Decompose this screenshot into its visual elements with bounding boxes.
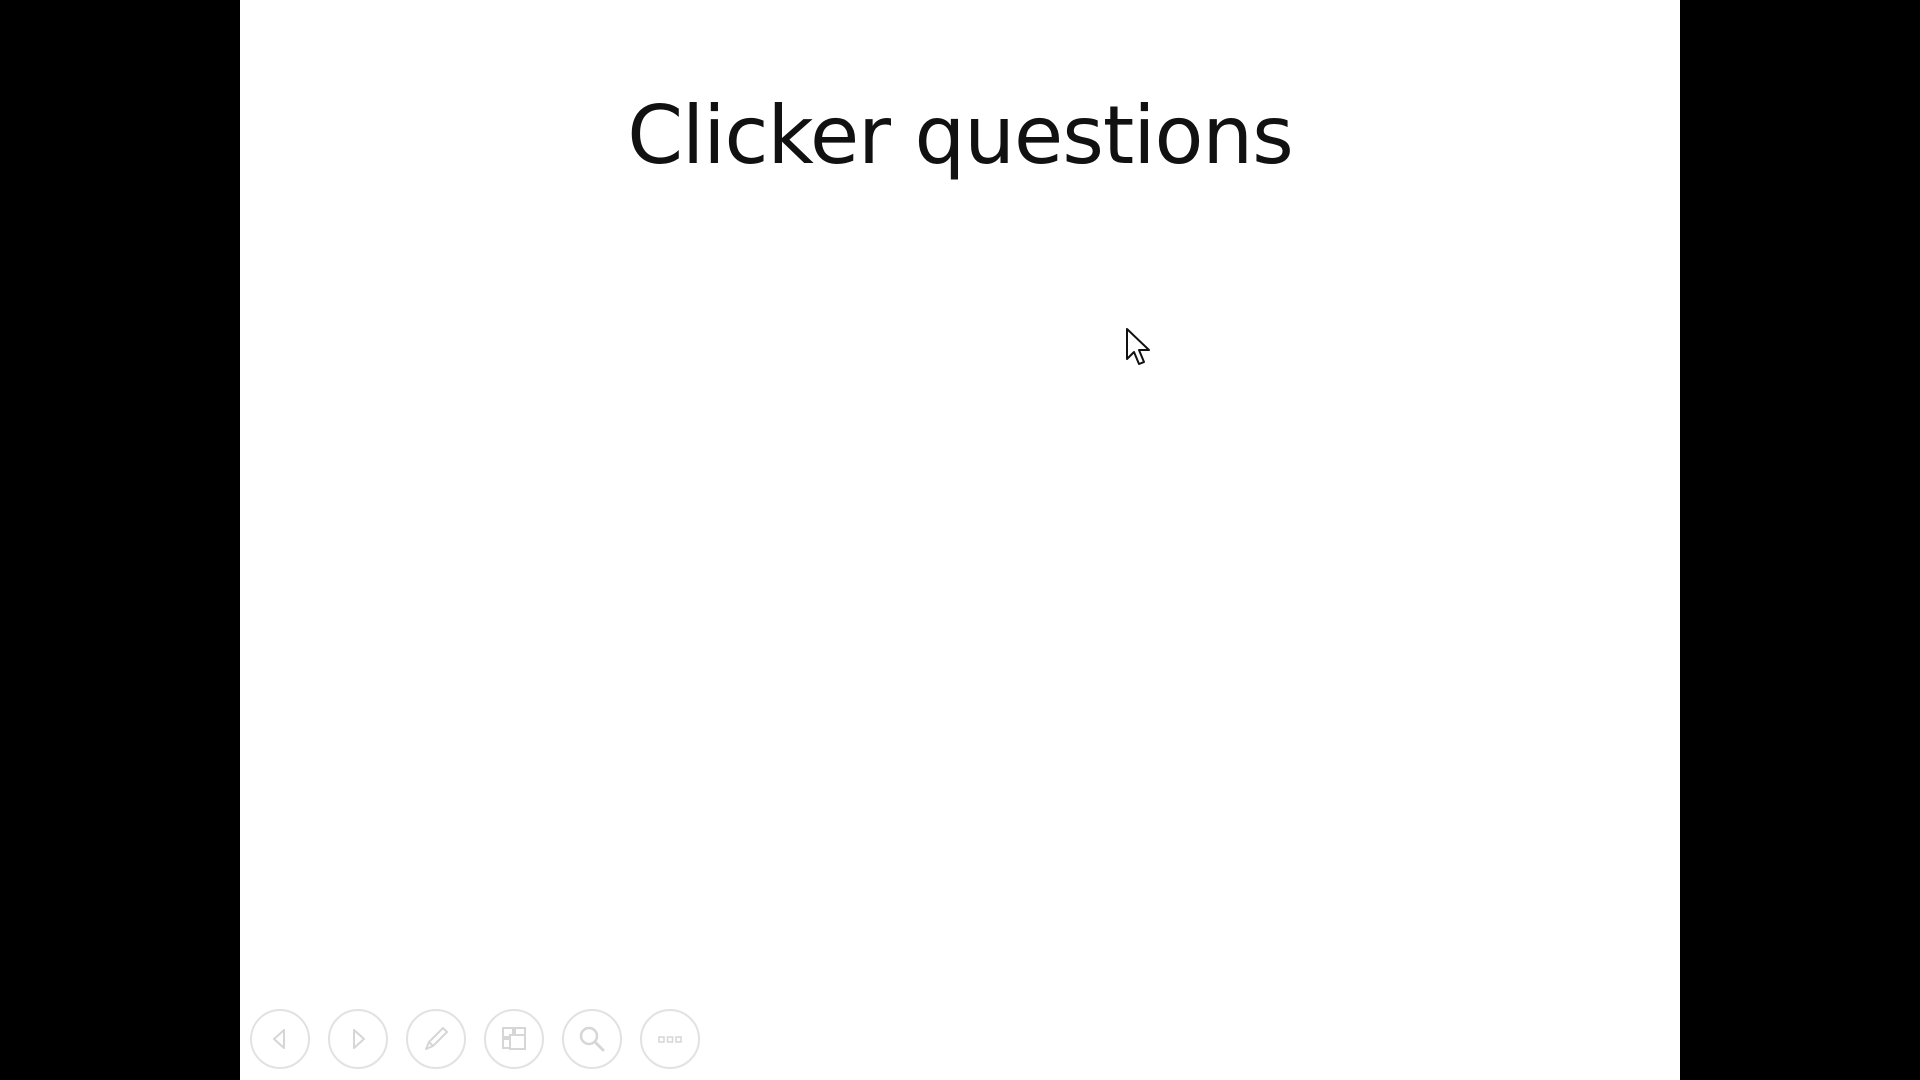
next-slide-button[interactable] [328, 1009, 388, 1069]
chevron-right-icon [353, 1029, 365, 1049]
zoom-button[interactable] [562, 1009, 622, 1069]
presentation-screen: Clicker questions [0, 0, 1920, 1080]
chevron-left-icon [273, 1029, 285, 1049]
slides-grid-icon [502, 1027, 526, 1050]
mouse-pointer-icon [1126, 328, 1150, 365]
previous-slide-button[interactable] [250, 1009, 310, 1069]
more-dots-icon [658, 1036, 682, 1043]
slideshow-control-bar [250, 1008, 700, 1070]
pen-tool-button[interactable] [406, 1009, 466, 1069]
pen-icon [425, 1027, 448, 1050]
see-all-slides-button[interactable] [484, 1009, 544, 1069]
more-options-button[interactable] [640, 1009, 700, 1069]
slide-title: Clicker questions [627, 89, 1294, 182]
slide-canvas[interactable]: Clicker questions [240, 0, 1680, 1080]
magnifier-icon [579, 1026, 605, 1052]
